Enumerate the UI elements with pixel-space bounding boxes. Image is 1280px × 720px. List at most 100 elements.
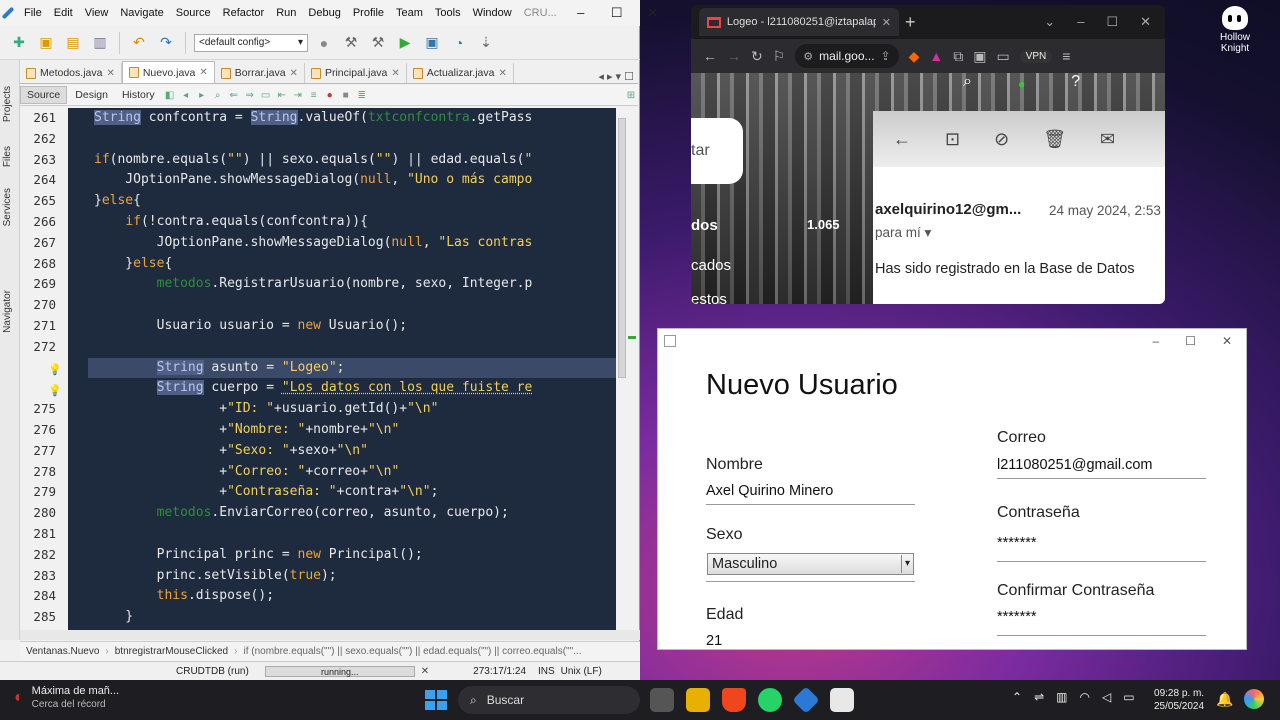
nav-label-cados[interactable]: cados	[691, 257, 731, 274]
undo-icon[interactable]: ↶	[128, 32, 150, 54]
hint-bulb-icon[interactable]: 💡	[48, 363, 62, 376]
bookmark-icon[interactable]: ⚐	[773, 48, 786, 65]
menu-run[interactable]: Run	[270, 7, 302, 19]
email-sender[interactable]: axelquirino12@gm...	[875, 201, 1021, 218]
menu-team[interactable]: Team	[390, 7, 429, 19]
brave-rewards-icon[interactable]: ▲	[929, 48, 943, 64]
share-icon[interactable]: ⇪	[881, 49, 891, 63]
site-info-icon[interactable]: ⚙	[803, 50, 813, 63]
tab-metodos[interactable]: Metodos.java ✕	[20, 63, 122, 83]
toggle-highlight-icon[interactable]: ▭	[259, 88, 273, 102]
correo-field[interactable]: l211080251@gmail.com	[997, 457, 1206, 479]
menu-debug[interactable]: Debug	[302, 7, 346, 19]
volume-icon[interactable]: ◁	[1102, 690, 1111, 704]
wallet-icon[interactable]: ▭	[996, 48, 1009, 65]
contrasena-field[interactable]: *******	[997, 535, 1206, 562]
java-taskbar-icon[interactable]	[830, 688, 854, 712]
sidebar-icon[interactable]: ▣	[973, 48, 986, 65]
close-tab-icon[interactable]: ✕	[199, 67, 207, 78]
mark-unread-icon[interactable]: ✉	[1100, 129, 1115, 150]
menu-file[interactable]: File	[18, 7, 48, 19]
edad-field[interactable]: 21	[706, 633, 915, 654]
confirmar-contrasena-field[interactable]: *******	[997, 609, 1206, 636]
report-spam-icon[interactable]: ⊘	[994, 129, 1009, 150]
stop-run-icon[interactable]: ✕	[421, 666, 429, 677]
close-icon[interactable]: ✕	[635, 5, 671, 21]
menu-edit[interactable]: Edit	[48, 7, 79, 19]
wifi-icon[interactable]: ◠	[1079, 690, 1089, 704]
back-arrow-icon[interactable]: ←	[893, 129, 911, 150]
file-explorer-icon[interactable]	[686, 688, 710, 712]
run-icon[interactable]: ▶	[394, 32, 416, 54]
battery-icon[interactable]: ▭	[1123, 690, 1134, 704]
close-tab-icon[interactable]: ✕	[882, 16, 891, 29]
debug-icon[interactable]: ▣	[421, 32, 443, 54]
shift-right-icon[interactable]: ⇥	[291, 88, 305, 102]
vpn-button[interactable]: VPN	[1019, 49, 1053, 63]
side-tab-services[interactable]: Services	[2, 188, 13, 226]
breadcrumb-statement[interactable]: if (nombre.equals("") || sexo.equals("")…	[243, 646, 583, 657]
profile-icon[interactable]: ◔	[448, 32, 470, 54]
netbeans-taskbar-icon[interactable]	[792, 686, 820, 714]
toolbar-overflow-icon[interactable]: ⇣	[475, 32, 497, 54]
tab-history[interactable]: History	[116, 87, 161, 103]
scrollbar-thumb[interactable]	[618, 118, 626, 378]
expand-icon[interactable]: ⊞	[624, 88, 638, 102]
record-macro-icon[interactable]: ●	[323, 88, 337, 102]
nav-label-dos[interactable]: dos	[691, 217, 718, 234]
open-project-icon[interactable]: ▤	[62, 32, 84, 54]
reload-icon[interactable]: ↻	[751, 48, 763, 65]
tab-nav-arrows-icon[interactable]: ◂ ▸ ▾ ☐	[594, 70, 638, 83]
back-icon[interactable]: ◂	[179, 88, 193, 102]
tray-chevron-icon[interactable]: ⌃	[1012, 690, 1022, 704]
side-tab-navigator[interactable]: Navigator	[2, 290, 13, 333]
tray-app-icon[interactable]: ⇌	[1034, 690, 1044, 704]
redo-icon[interactable]: ↷	[155, 32, 177, 54]
find-icon[interactable]: ⌕	[211, 88, 225, 102]
close-tab-icon[interactable]: ✕	[498, 68, 506, 79]
close-tab-icon[interactable]: ✕	[106, 68, 114, 79]
tab-source[interactable]: Source	[20, 86, 68, 104]
nav-label-estos[interactable]: estos	[691, 291, 727, 304]
close-icon[interactable]: ✕	[1222, 334, 1232, 348]
maximize-icon[interactable]: ☐	[1185, 334, 1196, 348]
nombre-field[interactable]: Axel Quirino Minero	[706, 483, 915, 505]
url-field[interactable]: ⚙ mail.goo... ⇪	[795, 44, 899, 68]
desktop-icon-hollow-knight[interactable]: Hollow Knight	[1210, 6, 1260, 54]
close-tab-icon[interactable]: ✕	[290, 68, 298, 79]
maximize-icon[interactable]: ☐	[599, 5, 635, 21]
audio-device-icon[interactable]: ▥	[1056, 690, 1067, 704]
browser-tab[interactable]: Logeo - l211080251@iztapalapa ✕	[699, 8, 899, 36]
new-project-icon[interactable]: ▣	[35, 32, 57, 54]
horizontal-scrollbar[interactable]	[20, 630, 640, 640]
tab-search-icon[interactable]: ⌄	[1044, 14, 1055, 30]
editor-scrollbar[interactable]	[616, 108, 638, 630]
menu-source[interactable]: Source	[170, 7, 217, 19]
tab-nuevo[interactable]: Nuevo.java ✕	[121, 61, 215, 83]
shift-left-icon[interactable]: ⇤	[275, 88, 289, 102]
email-recipient[interactable]: para mí ▾	[875, 225, 931, 241]
side-tab-projects[interactable]: Projects	[2, 86, 13, 122]
new-tab-icon[interactable]: +	[905, 12, 916, 33]
browser-menu-icon[interactable]: ≡	[1062, 48, 1070, 64]
whatsapp-icon[interactable]	[758, 688, 782, 712]
brave-shield-icon[interactable]: ◆	[909, 48, 920, 65]
clock[interactable]: 09:28 p. m. 25/05/2024	[1154, 687, 1204, 713]
close-icon[interactable]: ✕	[1140, 14, 1151, 30]
start-button[interactable]	[425, 690, 447, 710]
find-prev-icon[interactable]: ⇐	[227, 88, 241, 102]
menu-refactor[interactable]: Refactor	[217, 7, 271, 19]
tab-principal[interactable]: Principal.java ✕	[305, 63, 407, 83]
save-all-icon[interactable]: ▥	[89, 32, 111, 54]
config-select[interactable]: <default config> ▾	[194, 33, 308, 52]
tab-borrar[interactable]: Borrar.java ✕	[215, 63, 305, 83]
help-icon[interactable]: ?	[1071, 73, 1080, 103]
delete-icon[interactable]: 🗑	[1043, 129, 1066, 150]
tab-design[interactable]: Design	[69, 87, 114, 103]
new-file-icon[interactable]: ✚	[8, 32, 30, 54]
brave-browser-icon[interactable]	[722, 688, 746, 712]
minimize-icon[interactable]: –	[1152, 334, 1159, 348]
globe-icon[interactable]: ●	[313, 32, 335, 54]
close-tab-icon[interactable]: ✕	[391, 68, 399, 79]
dropdown-arrow-icon[interactable]: ▾	[901, 555, 913, 573]
